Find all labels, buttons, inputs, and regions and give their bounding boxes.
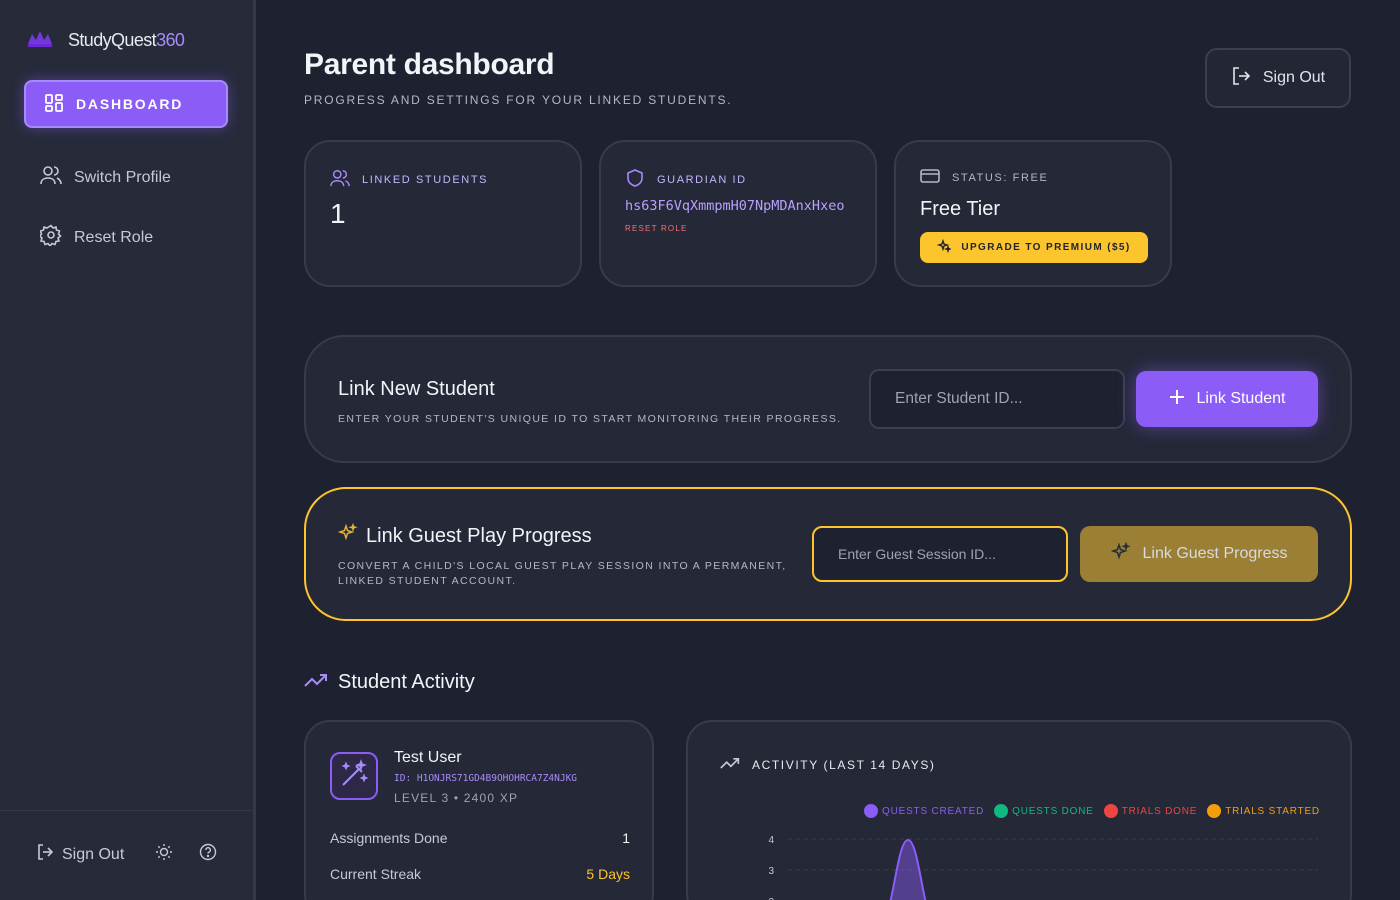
guardian-id-card: GUARDIAN ID hs63F6VqXmmpmH07NpMDAnxHxeo … xyxy=(599,140,877,287)
main-content: Parent dashboard PROGRESS AND SETTINGS F… xyxy=(256,0,1400,900)
sidebar: StudyQuest360 DASHBOARD Switch Profile R… xyxy=(0,0,256,900)
student-card[interactable]: Test User ID: H1ONJRS71GD4B9OHOHRCA7Z4NJ… xyxy=(304,720,654,900)
avatar xyxy=(330,752,378,800)
stat-row-assignments: Assignments Done 1 xyxy=(330,830,630,846)
gear-icon xyxy=(38,224,62,251)
linked-students-card: LINKED STUDENTS 1 xyxy=(304,140,582,287)
link-guest-progress-button[interactable]: Link Guest Progress xyxy=(1080,526,1318,582)
section-title: Student Activity xyxy=(304,671,475,694)
users-icon xyxy=(40,164,62,191)
link-student-card: Link New Student ENTER YOUR STUDENT'S UN… xyxy=(304,335,1352,463)
sidebar-item-label: Reset Role xyxy=(74,228,154,246)
sidebar-item-label: Switch Profile xyxy=(74,168,171,186)
shield-icon xyxy=(625,168,645,191)
sidebar-item-reset-role[interactable]: Reset Role xyxy=(38,224,154,251)
sidebar-footer: Sign Out xyxy=(0,810,253,900)
stat-label: LINKED STUDENTS xyxy=(330,168,488,191)
sparkles-icon xyxy=(937,238,953,256)
credit-card-icon xyxy=(920,168,940,187)
student-name: Test User xyxy=(394,749,462,766)
trending-up-icon xyxy=(304,671,328,694)
card-title: Link New Student xyxy=(338,378,495,400)
sun-icon[interactable] xyxy=(155,843,173,866)
student-level: LEVEL 3 • 2400 XP xyxy=(394,791,519,805)
users-icon xyxy=(330,168,350,191)
status-card: STATUS: FREE Free Tier UPGRADE TO PREMIU… xyxy=(894,140,1172,287)
stat-row-streak: Current Streak 5 Days xyxy=(330,866,630,882)
logout-icon xyxy=(36,843,54,866)
activity-chart: 4 3 2 xyxy=(768,835,1318,900)
brand-name: StudyQuest360 xyxy=(68,30,185,50)
magic-wand-icon xyxy=(339,758,369,794)
logo-icon xyxy=(26,28,54,53)
sidebar-item-dashboard[interactable]: DASHBOARD xyxy=(24,80,228,128)
student-id-input[interactable]: Enter Student ID... xyxy=(869,369,1125,429)
card-subtitle: ENTER YOUR STUDENT'S UNIQUE ID TO START … xyxy=(338,413,842,425)
upgrade-button[interactable]: UPGRADE TO PREMIUM ($5) xyxy=(920,232,1148,263)
sparkles-icon xyxy=(337,522,358,549)
student-id: ID: H1ONJRS71GD4B9OHOHRCA7Z4NJKG xyxy=(394,773,578,784)
sidebar-item-label: DASHBOARD xyxy=(76,96,184,112)
linked-students-count: 1 xyxy=(330,198,346,229)
logout-icon xyxy=(1231,66,1251,91)
grid-icon xyxy=(44,93,64,116)
link-student-button[interactable]: Link Student xyxy=(1136,371,1318,427)
card-subtitle: CONVERT A CHILD'S LOCAL GUEST PLAY SESSI… xyxy=(338,560,787,587)
page-subtitle: PROGRESS AND SETTINGS FOR YOUR LINKED ST… xyxy=(304,93,733,107)
sparkles-icon xyxy=(1109,541,1131,567)
stat-label: STATUS: FREE xyxy=(920,168,1048,187)
guardian-id-value[interactable]: hs63F6VqXmmpmH07NpMDAnxHxeo xyxy=(625,198,844,214)
stat-label: GUARDIAN ID xyxy=(625,168,747,191)
signout-button[interactable]: Sign Out xyxy=(1205,48,1351,108)
guest-session-input[interactable]: Enter Guest Session ID... xyxy=(812,526,1068,582)
plus-icon xyxy=(1169,389,1185,410)
help-icon[interactable] xyxy=(199,843,217,866)
brand[interactable]: StudyQuest360 xyxy=(26,28,185,53)
y-tick-label: 4 xyxy=(768,835,774,846)
guest-progress-card: Link Guest Play Progress CONVERT A CHILD… xyxy=(304,487,1352,621)
activity-chart-card: ACTIVITY (LAST 14 DAYS) QUESTS CREATED Q… xyxy=(686,720,1352,900)
sidebar-signout-button[interactable]: Sign Out xyxy=(36,843,124,866)
y-tick-label: 3 xyxy=(768,866,774,877)
sidebar-item-switch-profile[interactable]: Switch Profile xyxy=(40,164,171,191)
card-title: Link Guest Play Progress xyxy=(337,522,592,549)
page-title: Parent dashboard xyxy=(304,48,555,81)
reset-role-link[interactable]: RESET ROLE xyxy=(625,224,688,233)
tier-value: Free Tier xyxy=(920,198,1001,220)
